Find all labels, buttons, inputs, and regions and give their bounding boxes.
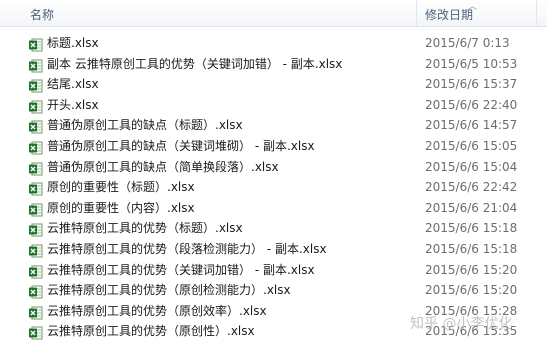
excel-file-icon xyxy=(29,99,43,114)
file-row[interactable]: 副本 云推特原创工具的优势（关键词加错） - 副本.xlsx 2015/6/5 1… xyxy=(0,54,547,75)
file-row[interactable]: 云推特原创工具的优势（关键词加错） - 副本.xlsx 2015/6/6 15:2… xyxy=(0,260,547,281)
file-date-modified: 2015/6/6 15:20 xyxy=(425,262,518,277)
file-date-modified: 2015/6/5 10:53 xyxy=(425,56,518,71)
excel-file-icon xyxy=(29,37,43,52)
file-name[interactable]: 原创的重要性（内容）.xlsx xyxy=(47,198,195,218)
excel-file-icon xyxy=(29,305,43,320)
excel-file-icon xyxy=(29,222,43,237)
file-name[interactable]: 普通伪原创工具的缺点（简单换段落）.xlsx xyxy=(47,157,279,177)
excel-file-icon xyxy=(29,284,43,299)
file-date-modified: 2015/6/6 15:05 xyxy=(425,138,518,153)
file-row[interactable]: 云推特原创工具的优势（标题）.xlsx 2015/6/6 15:18 xyxy=(0,218,547,239)
file-list: 标题.xlsx 2015/6/7 0:13 副本 云推特原创工具的优势（关键词加错… xyxy=(0,33,547,342)
file-name[interactable]: 开头.xlsx xyxy=(47,95,99,115)
watermark: 知乎 @小李优化 xyxy=(410,313,512,333)
file-row[interactable]: 云推特原创工具的优势（原创检测能力）.xlsx 2015/6/6 15:20 xyxy=(0,280,547,301)
file-date-modified: 2015/6/6 15:18 xyxy=(425,241,518,256)
file-name[interactable]: 原创的重要性（标题）.xlsx xyxy=(47,177,195,197)
file-date-modified: 2015/6/6 22:40 xyxy=(425,97,518,112)
excel-file-icon xyxy=(29,119,43,134)
excel-file-icon xyxy=(29,58,43,73)
excel-file-icon xyxy=(29,243,43,258)
file-row[interactable]: 原创的重要性（标题）.xlsx 2015/6/6 22:42 xyxy=(0,177,547,198)
file-date-modified: 2015/6/6 21:04 xyxy=(425,200,518,215)
column-header-bar: 名称 修改日期 ︿ xyxy=(0,0,547,27)
file-row[interactable]: 普通伪原创工具的缺点（标题）.xlsx 2015/6/6 14:57 xyxy=(0,115,547,136)
excel-file-icon xyxy=(29,202,43,217)
file-row[interactable]: 普通伪原创工具的缺点（简单换段落）.xlsx 2015/6/6 15:04 xyxy=(0,157,547,178)
file-name[interactable]: 副本 云推特原创工具的优势（关键词加错） - 副本.xlsx xyxy=(47,54,342,74)
file-name[interactable]: 普通伪原创工具的缺点（关键词堆砌） - 副本.xlsx xyxy=(47,136,315,156)
file-date-modified: 2015/6/6 15:20 xyxy=(425,283,518,298)
file-explorer-window: 名称 修改日期 ︿ 标题.xlsx 2015/6/7 0:13 副本 云推特原创工… xyxy=(0,0,547,354)
excel-file-icon xyxy=(29,78,43,93)
excel-file-icon xyxy=(29,264,43,279)
file-name[interactable]: 标题.xlsx xyxy=(47,33,99,53)
file-date-modified: 2015/6/6 22:42 xyxy=(425,180,518,195)
file-date-modified: 2015/6/6 15:37 xyxy=(425,77,518,92)
file-row[interactable]: 云推特原创工具的优势（段落检测能力） - 副本.xlsx 2015/6/6 15:… xyxy=(0,239,547,260)
file-name[interactable]: 云推特原创工具的优势（段落检测能力） - 副本.xlsx xyxy=(47,239,327,259)
excel-file-icon xyxy=(29,161,43,176)
file-row[interactable]: 结尾.xlsx 2015/6/6 15:37 xyxy=(0,74,547,95)
sort-chevron-up-icon: ︿ xyxy=(468,2,478,12)
watermark-text: 知乎 @小李优化 xyxy=(410,316,513,332)
file-date-modified: 2015/6/6 14:57 xyxy=(425,118,518,133)
file-name[interactable]: 结尾.xlsx xyxy=(47,74,99,94)
column-header-name[interactable]: 名称 xyxy=(24,0,416,26)
file-row[interactable]: 普通伪原创工具的缺点（关键词堆砌） - 副本.xlsx 2015/6/6 15:0… xyxy=(0,136,547,157)
file-name[interactable]: 云推特原创工具的优势（原创效率）.xlsx xyxy=(47,301,267,321)
file-row[interactable]: 标题.xlsx 2015/6/7 0:13 xyxy=(0,33,547,54)
file-name[interactable]: 云推特原创工具的优势（原创性）.xlsx xyxy=(47,321,255,341)
excel-file-icon xyxy=(29,181,43,196)
column-divider[interactable] xyxy=(536,0,537,26)
file-date-modified: 2015/6/6 15:18 xyxy=(425,221,518,236)
file-name[interactable]: 云推特原创工具的优势（标题）.xlsx xyxy=(47,218,243,238)
file-date-modified: 2015/6/6 15:04 xyxy=(425,159,518,174)
file-name[interactable]: 普通伪原创工具的缺点（标题）.xlsx xyxy=(47,115,243,135)
file-name[interactable]: 云推特原创工具的优势（关键词加错） - 副本.xlsx xyxy=(47,260,315,280)
excel-file-icon xyxy=(29,325,43,340)
excel-file-icon xyxy=(29,140,43,155)
file-date-modified: 2015/6/7 0:13 xyxy=(425,36,510,50)
file-row[interactable]: 原创的重要性（内容）.xlsx 2015/6/6 21:04 xyxy=(0,198,547,219)
file-name[interactable]: 云推特原创工具的优势（原创检测能力）.xlsx xyxy=(47,280,291,300)
file-row[interactable]: 开头.xlsx 2015/6/6 22:40 xyxy=(0,95,547,116)
